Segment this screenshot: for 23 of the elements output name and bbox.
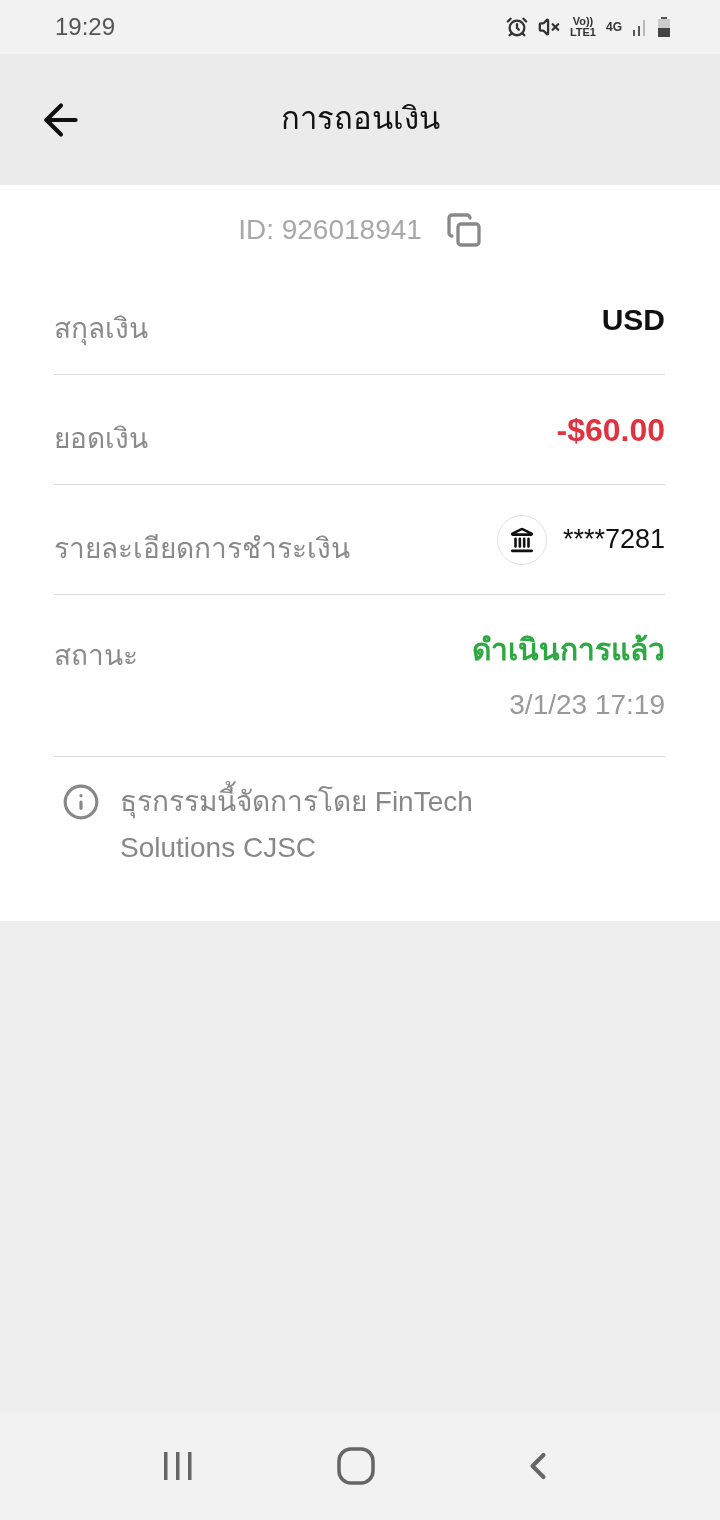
row-label: สถานะ — [54, 639, 138, 673]
amount-value: -$60.00 — [556, 410, 665, 450]
status-value: ดำเนินการแล้ว — [472, 632, 665, 668]
row-label: สกุลเงิน — [54, 311, 148, 348]
account-number: ****7281 — [562, 523, 665, 557]
transaction-id: ID: 926018941 — [238, 213, 422, 247]
volte-indicator: Vo)) — [572, 16, 594, 27]
alarm-icon — [505, 16, 528, 38]
mute-icon — [537, 16, 560, 38]
signal-icon — [632, 18, 648, 36]
page-title: การถอนเงิน — [279, 100, 441, 139]
lte-indicator: LTE1 — [569, 27, 596, 38]
info-icon — [62, 783, 100, 821]
battery-icon — [658, 17, 670, 37]
provider-note: ธุรกรรมนี้จัดการโดย FinTech Solutions CJSC — [120, 779, 570, 871]
status-date: 3/1/23 17:19 — [509, 688, 665, 722]
status-time: 19:29 — [55, 12, 116, 42]
home-button[interactable] — [336, 1446, 376, 1486]
copy-button[interactable] — [445, 212, 482, 248]
row-label: ยอดเงิน — [54, 421, 148, 456]
row-value: USD — [601, 302, 665, 338]
network-indicator: 4G — [606, 19, 622, 36]
row-label: รายละเอียดการชำระเงิน — [54, 531, 350, 566]
